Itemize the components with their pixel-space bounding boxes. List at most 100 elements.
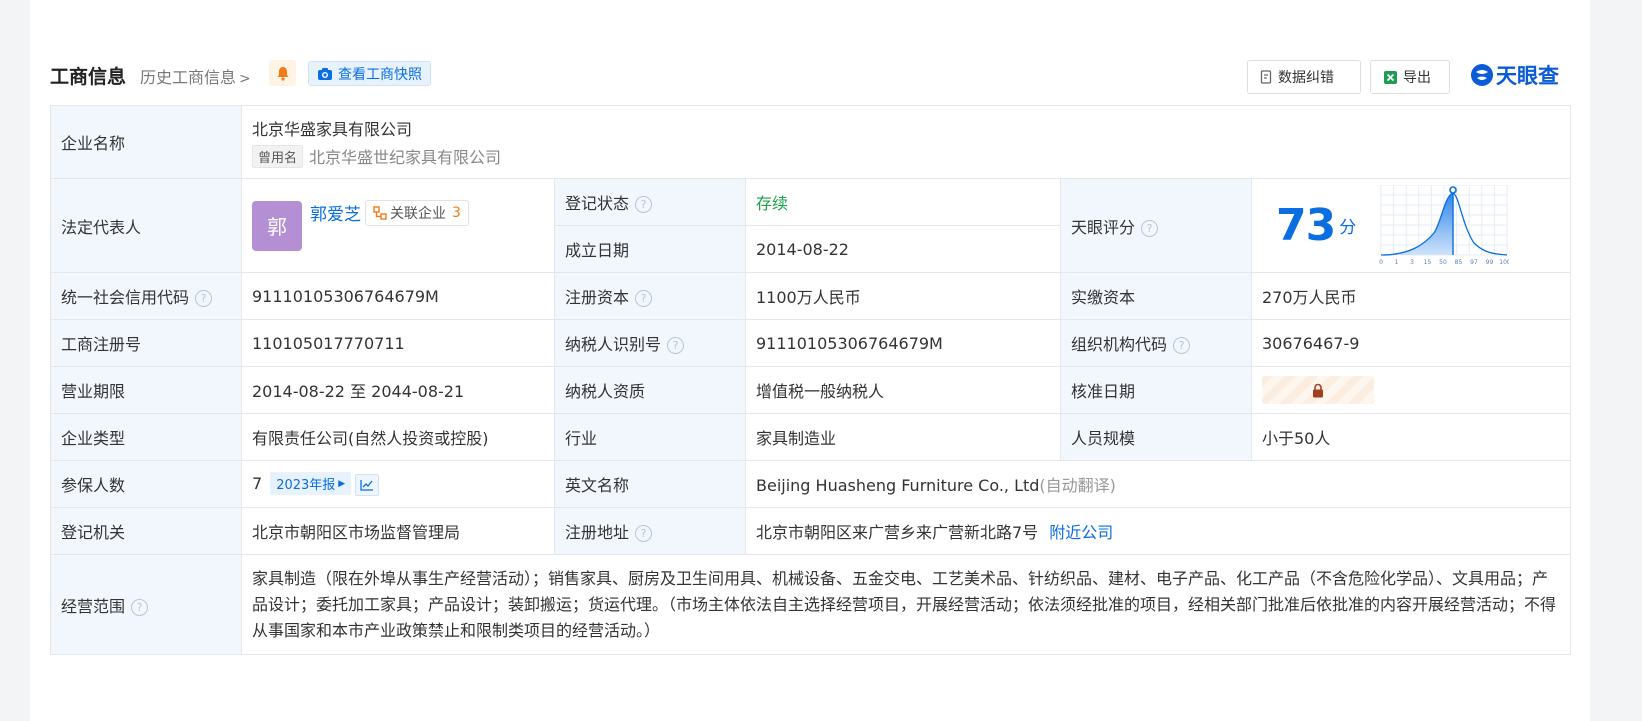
export-button[interactable]: 导出: [1370, 60, 1450, 94]
score-value: 73: [1276, 200, 1336, 251]
reg-no-label: 工商注册号: [50, 319, 242, 367]
score-label: 天眼评分: [1071, 217, 1136, 237]
caret-right-icon: ▶: [338, 478, 346, 489]
reg-capital-label-cell: 注册资本?: [554, 272, 746, 320]
score-tick-label: 0: [1379, 259, 1383, 266]
camera-icon: [318, 67, 332, 80]
staff-size: 小于50人: [1250, 413, 1572, 461]
help-icon[interactable]: ?: [667, 337, 685, 354]
table-row: 登记机关 北京市朝阳区市场监督管理局 注册地址? 北京市朝阳区来广营乡来广营新北…: [50, 507, 1572, 555]
address-label: 注册地址: [565, 523, 630, 542]
est-date-label: 成立日期: [554, 225, 746, 273]
org-code-label-cell: 组织机构代码?: [1060, 319, 1252, 367]
auto-translate-note: (自动翻译): [1039, 476, 1116, 495]
help-icon[interactable]: ?: [1173, 337, 1191, 354]
snapshot-button[interactable]: 查看工商快照: [308, 61, 431, 86]
table-row: 经营范围? 家具制造（限在外埠从事生产经营活动）；销售家具、厨房及卫生间用具、机…: [50, 554, 1572, 655]
score-unit: 分: [1339, 218, 1357, 238]
table-row: 营业期限 2014-08-22 至 2044-08-21 纳税人资质 增值税一般…: [50, 366, 1572, 414]
reg-capital-label: 注册资本: [565, 288, 630, 307]
org-code-label: 组织机构代码: [1071, 335, 1168, 354]
taxpayer-id-label-cell: 纳税人识别号?: [554, 319, 746, 367]
help-icon[interactable]: ?: [131, 598, 149, 616]
related-companies-label: 关联企业: [390, 206, 446, 223]
locked-value[interactable]: [1262, 376, 1374, 404]
former-name-tag: 曾用名: [252, 145, 304, 168]
brand-logo[interactable]: 天眼查: [1470, 60, 1559, 90]
scope-label: 经营范围: [61, 596, 126, 616]
english-name: Beijing Huasheng Furniture Co., Ltd: [756, 476, 1040, 495]
term: 2014-08-22 至 2044-08-21: [241, 366, 555, 414]
score-label-cell: 天眼评分?: [1060, 178, 1252, 273]
table-row: 企业类型 有限责任公司(自然人投资或控股) 行业 家具制造业 人员规模 小于50…: [50, 413, 1572, 461]
lock-icon: [1313, 383, 1323, 397]
table-row: 统一社会信用代码? 91110105306764679M 注册资本? 1100万…: [50, 272, 1572, 320]
taxpayer-id: 91110105306764679M: [745, 319, 1061, 367]
approval-date-label: 核准日期: [1060, 366, 1252, 414]
help-icon[interactable]: ?: [635, 290, 653, 307]
english-name-cell: Beijing Huasheng Furniture Co., Ltd(自动翻译…: [744, 460, 1572, 508]
annual-report-tag[interactable]: 2023年报 ▶: [270, 472, 352, 496]
help-icon[interactable]: ?: [195, 290, 213, 307]
history-link[interactable]: 历史工商信息 >: [140, 64, 251, 88]
approval-date-cell: [1250, 366, 1572, 414]
company-name: 北京华盛家具有限公司: [252, 120, 413, 139]
legal-rep-cell: 郭郭爱芝 关联企业 3: [241, 178, 555, 273]
correct-button[interactable]: 数据纠错: [1247, 60, 1361, 94]
industry: 家具制造业: [745, 413, 1061, 461]
score-tick-label: 85: [1455, 259, 1463, 266]
trend-chart-button[interactable]: [355, 473, 380, 496]
document-edit-icon: [1260, 70, 1272, 84]
type-label: 企业类型: [50, 413, 242, 461]
company-name-label: 企业名称: [50, 105, 242, 179]
table-row: 参保人数 7 2023年报 ▶ 英文名称 Beijing Huasheng Furn…: [50, 460, 1572, 508]
help-icon[interactable]: ?: [635, 525, 653, 542]
taxpayer-qual-label: 纳税人资质: [554, 366, 746, 414]
reg-capital: 1100万人民币: [745, 272, 1061, 320]
reg-status-label-cell: 登记状态?: [554, 178, 746, 226]
industry-label: 行业: [554, 413, 746, 461]
business-scope: 家具制造（限在外埠从事生产经营活动）；销售家具、厨房及卫生间用具、机械设备、五金…: [240, 554, 1572, 655]
score-tick-label: 15: [1424, 259, 1432, 266]
score-marker-dot: [1449, 185, 1458, 194]
legal-rep-label: 法定代表人: [50, 178, 242, 273]
reg-no: 110105017770711: [241, 319, 555, 367]
history-link-label: 历史工商信息: [140, 68, 237, 87]
brand-name: 天眼查: [1496, 64, 1559, 88]
help-icon[interactable]: ?: [1141, 219, 1159, 237]
related-companies-count: 3: [452, 205, 461, 222]
score-tick-label: 50: [1440, 259, 1448, 266]
authority: 北京市朝阳区市场监督管理局: [241, 507, 555, 555]
table-row: 法定代表人 郭郭爱芝 关联企业 3 登记状态? 存续 天眼评分? 73 分 0 1 3 1…: [50, 178, 1572, 273]
score-cell[interactable]: 73 分 0 1 3 15 50 85 97 99 100: [1250, 178, 1572, 273]
taxpayer-id-label: 纳税人识别号: [565, 335, 662, 354]
term-label: 营业期限: [50, 366, 242, 414]
avatar[interactable]: 郭: [252, 200, 302, 251]
bell-icon[interactable]: [269, 60, 296, 86]
org-code: 30676467-9: [1250, 319, 1572, 367]
help-icon[interactable]: ?: [635, 196, 653, 213]
business-info-table: 企业名称 北京华盛家具有限公司 曾用名 北京华盛世纪家具有限公司 法定代表人 郭郭…: [50, 105, 1572, 655]
table-row: 企业名称 北京华盛家具有限公司 曾用名 北京华盛世纪家具有限公司: [50, 105, 1572, 179]
taxpayer-qual: 增值税一般纳税人: [745, 366, 1061, 414]
english-name-label: 英文名称: [554, 460, 746, 508]
related-companies-button[interactable]: 关联企业 3: [365, 200, 469, 227]
correct-button-label: 数据纠错: [1278, 70, 1334, 86]
score-tick-label: 1: [1395, 259, 1399, 266]
insured-label: 参保人数: [50, 460, 242, 508]
score-tick-label: 99: [1486, 259, 1494, 266]
score-tick-label: 100: [1500, 259, 1510, 266]
credit-code-label-cell: 统一社会信用代码?: [50, 272, 242, 320]
address: 北京市朝阳区来广营乡来广营新北路7号: [756, 523, 1039, 542]
scope-label-cell: 经营范围?: [50, 554, 242, 655]
paid-capital: 270万人民币: [1250, 272, 1572, 320]
section-title: 工商信息: [50, 66, 127, 88]
authority-label: 登记机关: [50, 507, 242, 555]
address-label-cell: 注册地址?: [554, 507, 746, 555]
legal-rep-name[interactable]: 郭爱芝: [310, 205, 361, 225]
snapshot-button-label: 查看工商快照: [338, 66, 422, 83]
score-curve-fill: [1381, 192, 1454, 255]
nearby-companies-link[interactable]: 附近公司: [1049, 523, 1113, 542]
org-chart-icon: [373, 206, 387, 220]
company-name-cell: 北京华盛家具有限公司 曾用名 北京华盛世纪家具有限公司: [240, 105, 1572, 179]
